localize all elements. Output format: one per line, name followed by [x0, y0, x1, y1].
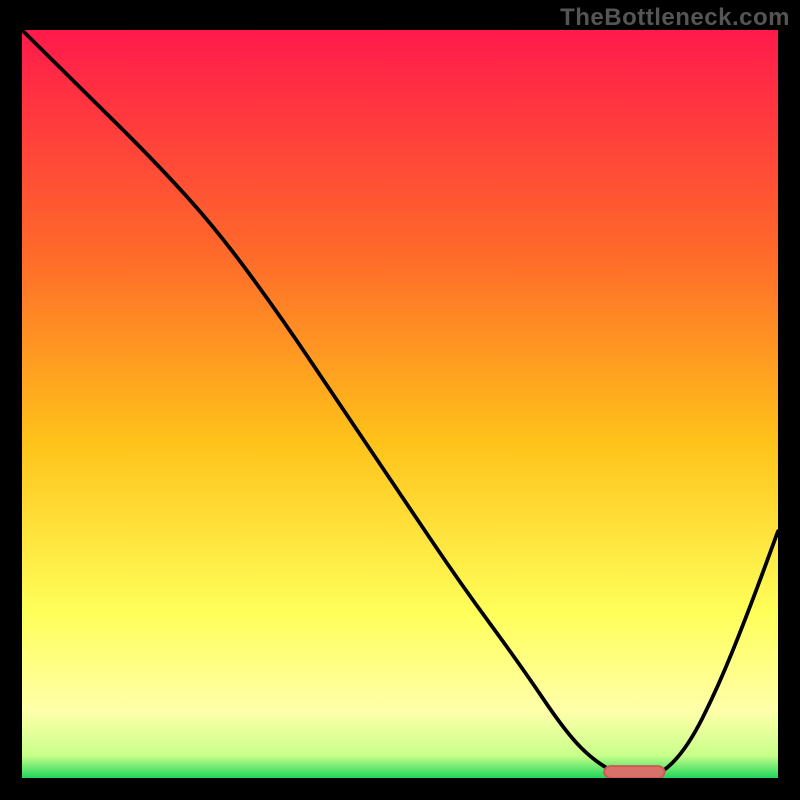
- plot-area: [22, 30, 778, 778]
- attribution-text: TheBottleneck.com: [560, 4, 790, 32]
- chart-frame: TheBottleneck.com: [0, 0, 800, 800]
- bottleneck-chart: [22, 30, 778, 778]
- optimal-range-marker: [604, 766, 664, 778]
